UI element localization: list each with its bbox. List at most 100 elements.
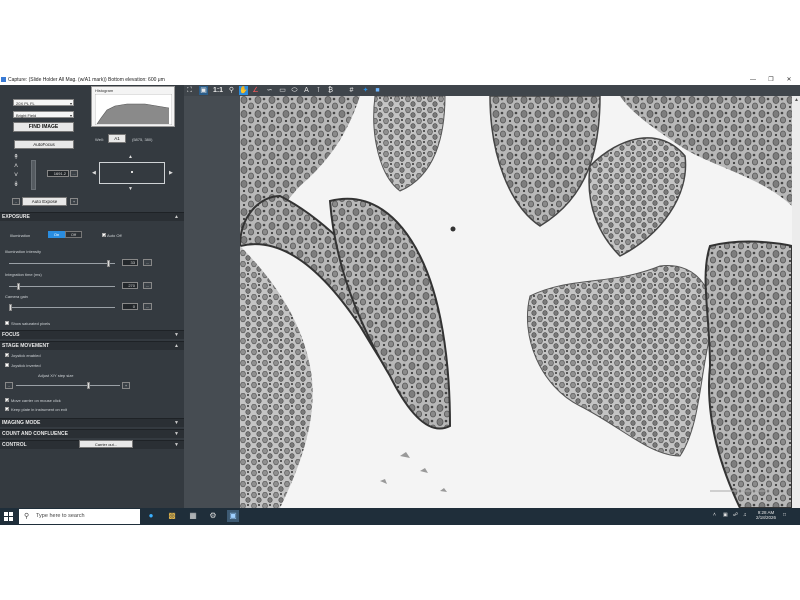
color-picker-icon[interactable]: ■	[373, 86, 382, 95]
exposure-section-header[interactable]: EXPOSURE ▲	[0, 212, 184, 221]
tray-chevron-up-icon[interactable]: ˄	[713, 512, 716, 518]
carrier-out-button[interactable]: Carrier out...	[79, 440, 133, 448]
joystick-enabled-checkbox[interactable]: ✓	[5, 353, 9, 358]
chevron-down-icon: ▾	[69, 101, 72, 106]
illumination-intensity-more-button[interactable]: ...	[143, 259, 152, 266]
text-style-icon[interactable]: ⊺	[314, 86, 323, 95]
actual-size-button[interactable]: 1:1	[211, 86, 225, 95]
nav-right-icon[interactable]: ▶	[169, 170, 173, 176]
tray-app-icon[interactable]: ▣	[723, 512, 728, 518]
exposure-header-label: EXPOSURE	[2, 214, 30, 220]
channel-select[interactable]: Bright Field ▾	[13, 111, 74, 118]
pan-hand-icon[interactable]: ✋	[239, 86, 248, 95]
objective-select-value: 20X PL FL	[16, 101, 35, 106]
illumination-intensity-value[interactable]: 33	[122, 259, 138, 266]
taskbar-search-placeholder: Type here to search	[36, 513, 85, 519]
nav-down-icon[interactable]: ▼	[128, 186, 133, 192]
find-image-button[interactable]: FIND IMAGE	[13, 122, 74, 132]
restore-icon[interactable]: ❐	[764, 76, 778, 84]
fit-to-window-icon[interactable]: ⛶	[185, 86, 194, 95]
autofocus-button[interactable]: AutoFocus	[14, 140, 74, 149]
grid-overlay-icon[interactable]: #	[347, 86, 356, 95]
show-saturated-checkbox[interactable]	[5, 321, 9, 325]
text-icon[interactable]: A	[302, 86, 311, 95]
joystick-inverted-checkbox[interactable]	[5, 363, 9, 367]
illumination-intensity-label: Illumination intensity	[5, 249, 42, 254]
auto-off-checkbox[interactable]: ✓	[102, 233, 106, 238]
keep-plate-checkbox[interactable]: ✓	[5, 407, 9, 412]
taskbar-clock[interactable]: 9:28 AM 2/18/2026	[755, 510, 777, 520]
microscope-image[interactable]	[240, 96, 792, 508]
count-confluence-section-header[interactable]: COUNT AND CONFLUENCE ▼	[0, 429, 184, 438]
file-explorer-icon[interactable]: ▩	[166, 510, 178, 522]
focus-value-field[interactable]: 1691.2	[47, 170, 69, 177]
volume-icon[interactable]: ♫	[743, 512, 747, 518]
close-icon[interactable]: ✕	[782, 76, 796, 84]
auto-expose-minus-button[interactable]: -	[12, 198, 20, 205]
polyline-icon[interactable]: ∽	[265, 86, 274, 95]
tissue-image	[240, 96, 792, 508]
measure-angle-icon[interactable]: ∠	[251, 86, 260, 95]
crosshair-icon[interactable]: ✦	[361, 86, 370, 95]
rectangle-icon[interactable]: ▭	[278, 86, 287, 95]
window-title: Capture: (Slide Holder All Mag. (w/A1 ma…	[8, 77, 165, 83]
illumination-off-toggle[interactable]: Off	[65, 231, 82, 238]
move-carrier-checkbox[interactable]: ✓	[5, 398, 9, 403]
z-position-bar[interactable]	[31, 160, 36, 190]
chevron-up-icon[interactable]: ˄	[11, 162, 21, 171]
xy-navigation-pad[interactable]	[99, 162, 165, 184]
taskbar-search-box[interactable]: ⚲ Type here to search	[19, 509, 140, 524]
auto-expose-button[interactable]: Auto Expose	[22, 197, 67, 206]
stage-movement-section-header[interactable]: STAGE MOVEMENT ▲	[0, 341, 184, 350]
camera-gain-slider-thumb[interactable]	[9, 304, 12, 311]
grid-icon[interactable]: ₿	[326, 86, 335, 95]
imaging-mode-section-header[interactable]: IMAGING MODE ▼	[0, 418, 184, 427]
capture-app-taskbar-icon[interactable]: ▣	[227, 510, 239, 522]
chevron-down-icon[interactable]: ˅	[11, 171, 21, 180]
camera-gain-track	[9, 307, 115, 308]
channel-select-value: Bright Field	[16, 113, 37, 118]
double-chevron-up-icon[interactable]: ↟	[11, 153, 21, 162]
double-chevron-down-icon[interactable]: ↡	[11, 180, 21, 189]
start-windows-icon[interactable]	[4, 512, 13, 521]
app-taskbar-icon[interactable]: ▦	[187, 510, 199, 522]
nav-up-icon[interactable]: ▲	[128, 154, 133, 160]
chevron-up-icon: ▲	[174, 214, 179, 220]
integration-time-slider-thumb[interactable]	[17, 283, 20, 290]
overview-icon[interactable]: ▣	[199, 86, 208, 95]
vertical-scrollbar[interactable]: ▲	[792, 96, 800, 508]
chevron-up-icon: ▲	[174, 343, 179, 349]
integration-time-more-button[interactable]: ...	[143, 282, 152, 289]
imaging-mode-header-label: IMAGING MODE	[2, 420, 41, 426]
step-size-label: Adjust X/Y step size	[38, 373, 74, 378]
app-icon	[1, 77, 6, 82]
focus-more-button[interactable]: ...	[70, 170, 78, 177]
nav-left-icon[interactable]: ◀	[92, 170, 96, 176]
search-icon: ⚲	[24, 513, 30, 520]
minimize-icon[interactable]: —	[746, 76, 760, 84]
notifications-icon[interactable]: □	[783, 512, 786, 518]
network-icon[interactable]: ☍	[733, 512, 738, 518]
scroll-up-icon[interactable]: ▲	[794, 97, 799, 103]
control-header-label: CONTROL	[2, 442, 27, 448]
focus-header-label: FOCUS	[2, 332, 20, 338]
focus-section-header[interactable]: FOCUS ▼	[0, 330, 184, 339]
camera-gain-value[interactable]: 0	[122, 303, 138, 310]
settings-gear-icon[interactable]: ⚙	[207, 510, 219, 522]
ellipse-icon[interactable]: ⬭	[290, 86, 299, 95]
chevron-down-icon: ▼	[174, 442, 179, 448]
zoom-icon[interactable]: ⚲	[227, 86, 236, 95]
auto-expose-plus-button[interactable]: +	[70, 198, 78, 205]
edge-browser-icon[interactable]: ●	[145, 510, 157, 522]
illumination-intensity-slider-thumb[interactable]	[107, 260, 110, 267]
step-size-minus-button[interactable]: -	[5, 382, 13, 389]
image-toolbar: ⛶ ▣ 1:1 ⚲ ✋ ∠ ∽ ▭ ⬭ A ⊺ ₿ # ✦ ■	[184, 85, 800, 96]
camera-gain-more-button[interactable]: ...	[143, 303, 152, 310]
integration-time-value[interactable]: 270	[122, 282, 138, 289]
illumination-on-toggle[interactable]: On	[48, 231, 65, 238]
camera-gain-label: Camera gain	[5, 294, 28, 299]
step-size-plus-button[interactable]: +	[122, 382, 130, 389]
well-selector[interactable]: A1	[108, 134, 126, 143]
objective-select[interactable]: 20X PL FL ▾	[13, 99, 74, 106]
step-size-slider-thumb[interactable]	[87, 382, 90, 389]
